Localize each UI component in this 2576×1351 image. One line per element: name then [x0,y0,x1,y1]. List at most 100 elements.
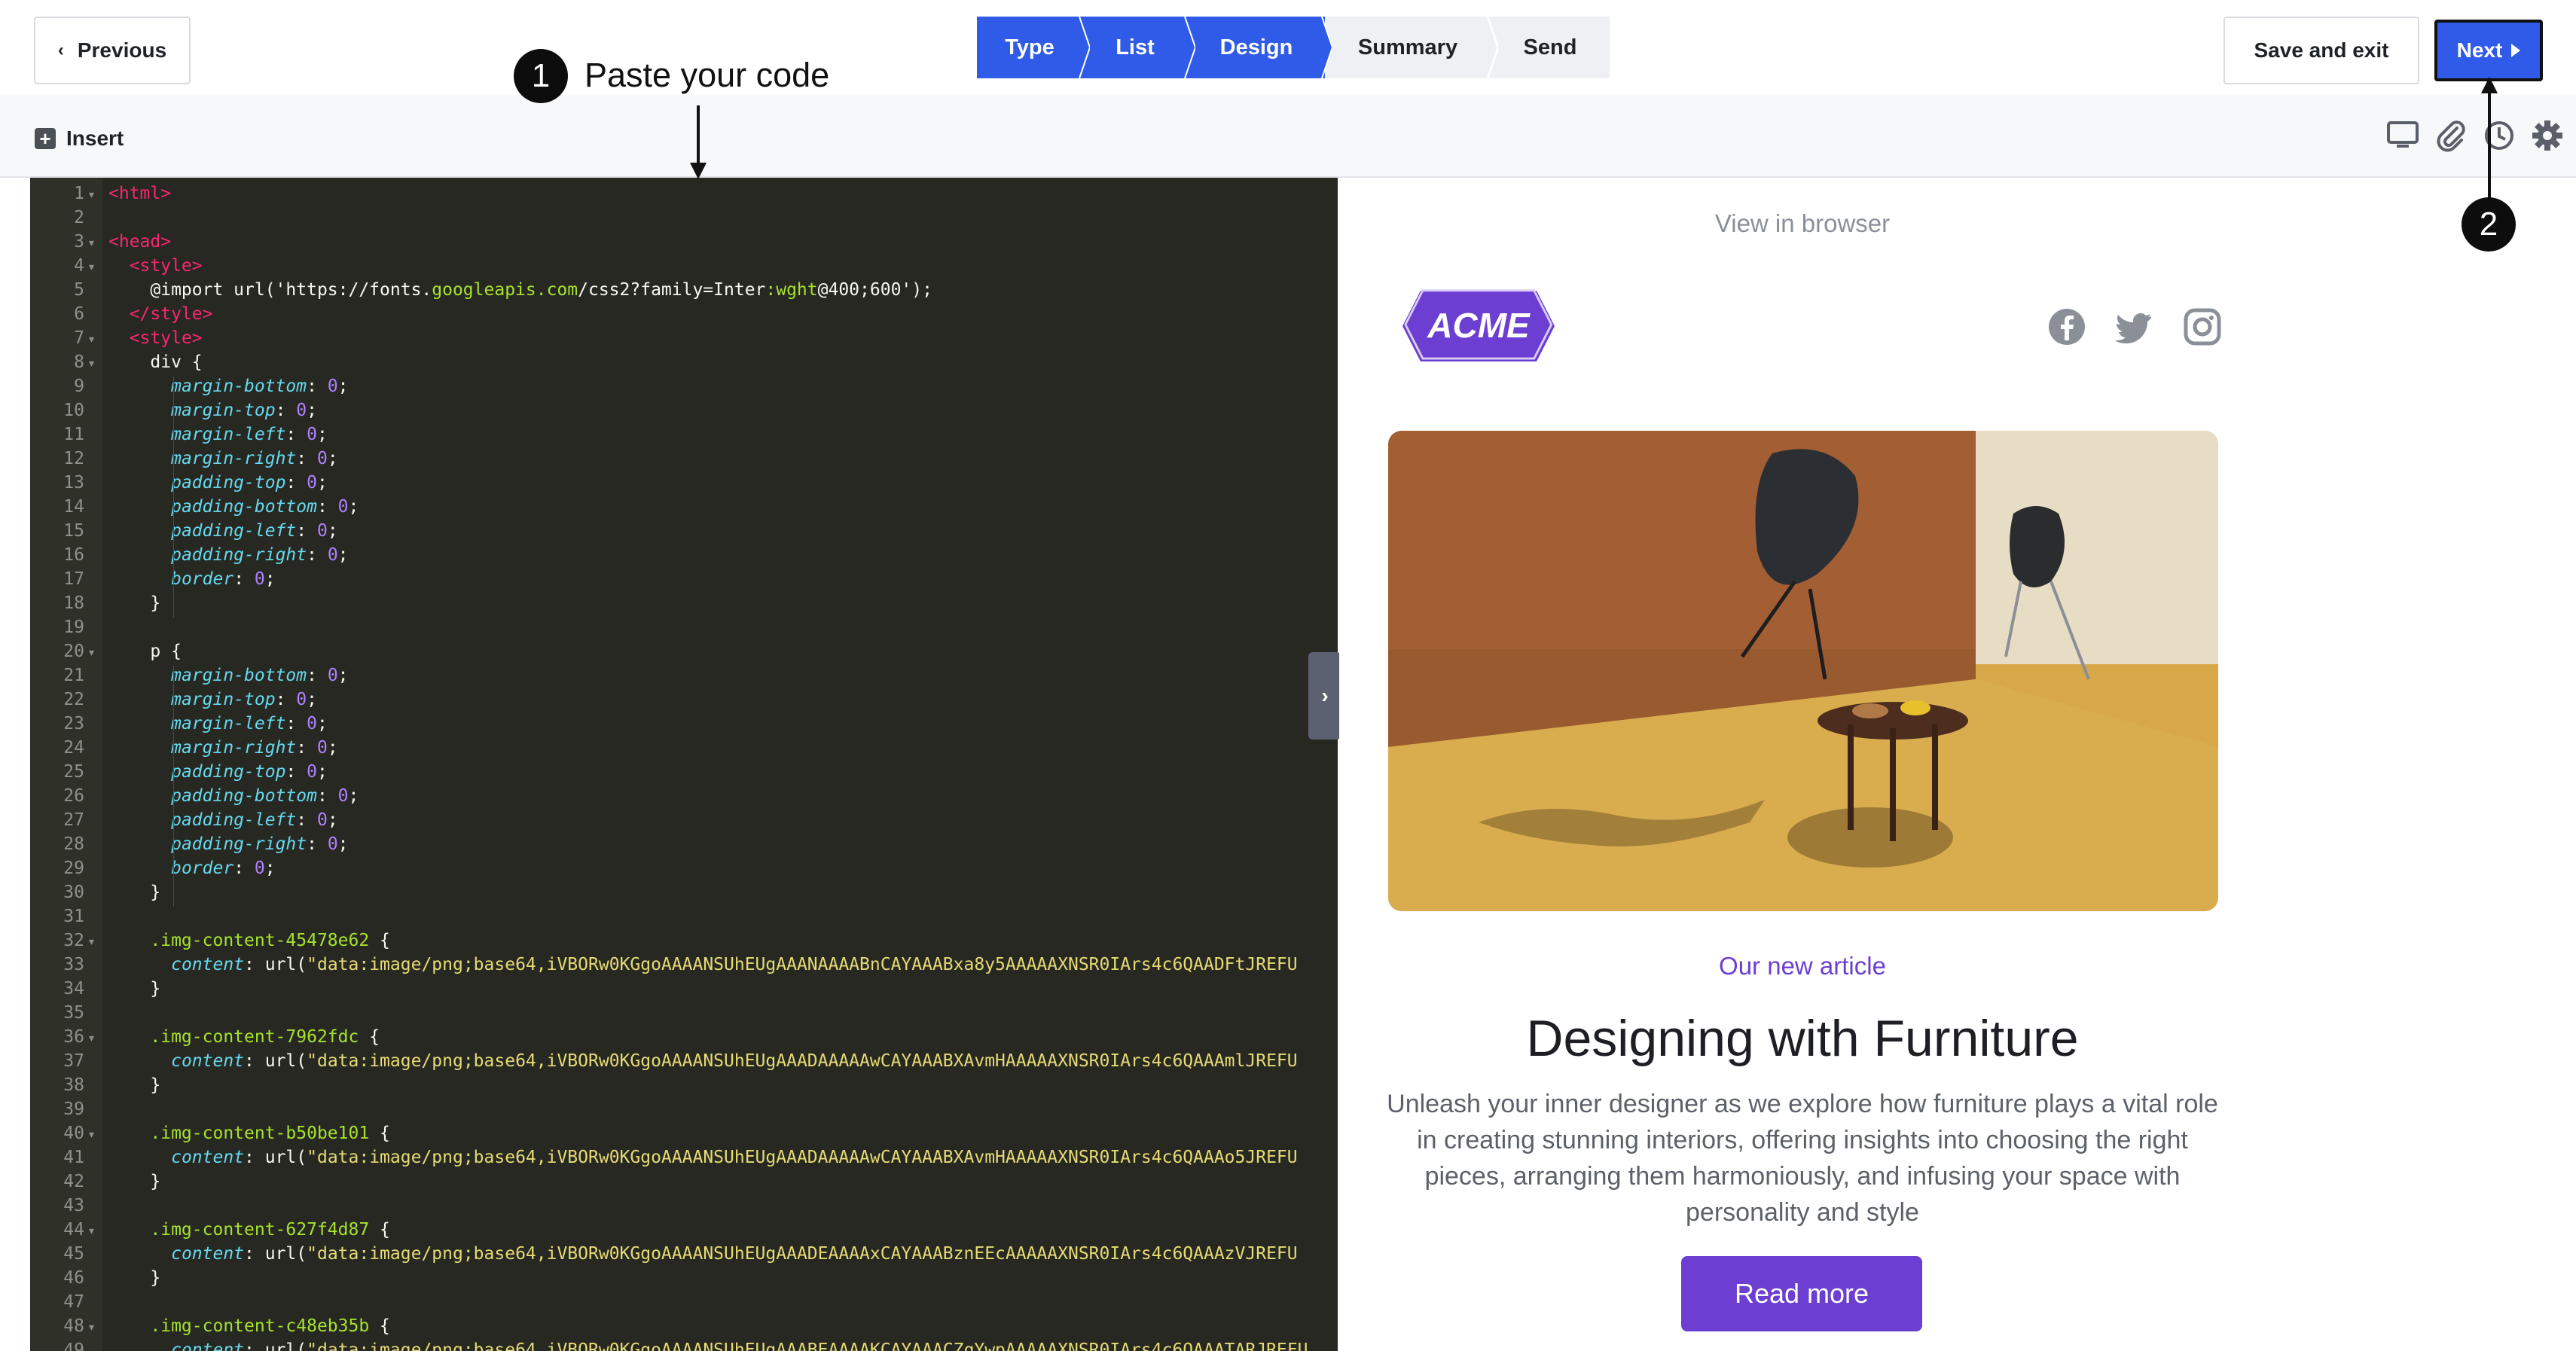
code-line: content: url("data:image/png;base64,iVBO… [171,1340,1308,1351]
line-number: 20 [63,642,84,661]
code-line: padding-top: 0; [171,473,328,493]
fold-arrow-icon[interactable]: ▾ [89,261,94,273]
fold-arrow-icon[interactable]: ▾ [89,1128,94,1141]
callout-1-text: Paste your code [584,56,830,94]
line-number: 13 [63,473,84,493]
fold-arrow-icon[interactable]: ▾ [89,236,94,249]
article-kicker: Our new article [1719,952,1886,980]
code-line: } [108,1268,161,1288]
code-line: } [108,593,161,613]
code-line: border: 0; [171,858,276,878]
svg-text:ACME: ACME [1427,306,1531,345]
code-line: .img-content-7962fdc { [150,1027,380,1047]
step-send[interactable]: Send [1491,17,1610,78]
code-area[interactable]: <html> <head> <style> @import url('https:… [108,178,1336,1351]
top-bar: ‹ Previous Type List Design Summary Send… [0,0,2576,95]
line-number: 34 [63,979,84,999]
insert-button[interactable]: + Insert [35,127,124,151]
html-code-editor[interactable]: 1 ▾ 2 3 ▾ 4 ▾ 5 6 7 ▾ 8 ▾ 9 10 11 12 13 14 15 16 17 18 19 20 ▾ 21 2… [30,178,1338,1351]
line-number: 48 [63,1316,84,1336]
callout-2-badge: 2 [2462,197,2516,252]
desktop-preview-icon[interactable] [2386,119,2419,152]
line-number: 7 [74,328,84,348]
line-number: 36 [63,1027,84,1047]
callout-2-number: 2 [2479,206,2498,242]
code-line: content: url("data:image/png;base64,iVBO… [171,1051,1298,1071]
line-number: 19 [63,618,84,637]
code-line: .img-content-b50be101 { [150,1124,390,1143]
fold-arrow-icon[interactable]: ▾ [89,1032,94,1045]
code-line: p { [108,642,182,661]
code-line: margin-right: 0; [171,738,338,758]
fold-arrow-icon[interactable]: ▾ [89,333,94,346]
code-line: margin-right: 0; [171,449,338,468]
line-number: 46 [63,1268,84,1288]
code-line: <style> [108,256,203,276]
twitter-icon[interactable] [2115,307,2154,346]
line-number: 4 [74,256,84,276]
settings-gear-icon[interactable] [2531,119,2564,152]
code-line: <style> [108,328,203,348]
step-type[interactable]: Type [977,17,1090,78]
facebook-icon[interactable] [2047,307,2086,346]
fold-arrow-icon[interactable]: ▾ [89,188,94,201]
line-number: 40 [63,1124,84,1143]
fold-arrow-icon[interactable]: ▾ [89,1321,94,1334]
fold-arrow-icon[interactable]: ▾ [89,646,94,659]
line-number: 12 [63,449,84,468]
code-line: content: url("data:image/png;base64,iVBO… [171,1244,1298,1264]
view-in-browser-link[interactable]: View in browser [1339,209,2266,238]
indent-guide [173,377,174,618]
save-and-exit-label: Save and exit [2254,38,2389,62]
save-and-exit-button[interactable]: Save and exit [2223,17,2419,84]
step-list[interactable]: List [1082,17,1195,78]
fold-arrow-icon[interactable]: ▾ [89,357,94,370]
line-number: 3 [74,232,84,252]
code-line: .img-content-c48eb35b { [150,1316,390,1336]
code-line: padding-left: 0; [171,521,338,541]
line-number: 10 [63,401,84,420]
code-line: } [108,883,161,902]
indent-guide [173,666,174,907]
read-more-button[interactable]: Read more [1681,1256,1922,1331]
next-button[interactable]: Next [2434,20,2543,81]
step-design[interactable]: Design [1188,17,1332,78]
code-line: } [108,979,161,999]
attachment-icon[interactable] [2434,119,2468,152]
code-line: margin-top: 0; [171,401,317,420]
instagram-icon[interactable] [2183,307,2222,346]
line-number: 2 [74,208,84,227]
read-more-label: Read more [1734,1278,1869,1309]
callout-1-badge: 1 [514,49,568,103]
code-line: } [108,1172,161,1191]
code-line: .img-content-45478e62 { [150,931,390,950]
line-number: 38 [63,1075,84,1095]
code-line: padding-right: 0; [171,834,349,854]
line-number: 30 [63,883,84,902]
step-summary[interactable]: Summary [1325,17,1498,78]
fold-arrow-icon[interactable]: ▾ [89,1224,94,1237]
line-number: 35 [63,1003,84,1023]
code-line: content: url("data:image/png;base64,iVBO… [171,1148,1298,1167]
callout-1-number: 1 [531,57,551,94]
line-number: 45 [63,1244,84,1264]
line-number: 44 [63,1220,84,1240]
line-number: 25 [63,762,84,782]
line-number: 43 [63,1196,84,1215]
line-number: 5 [74,280,84,300]
step-separator [1180,17,1195,78]
step-type-label: Type [1005,35,1055,59]
code-line: </style> [108,304,213,324]
line-number: 33 [63,955,84,974]
previous-button[interactable]: ‹ Previous [34,17,191,84]
collapse-panel-handle[interactable]: › [1308,652,1341,740]
line-number: 21 [63,666,84,685]
line-number: 28 [63,834,84,854]
fold-arrow-icon[interactable]: ▾ [89,935,94,948]
line-number: 47 [63,1292,84,1312]
step-separator [1486,17,1498,78]
plus-icon: + [35,128,56,149]
line-number: 23 [63,714,84,733]
code-line: margin-left: 0; [171,425,328,444]
step-list-label: List [1116,35,1155,59]
